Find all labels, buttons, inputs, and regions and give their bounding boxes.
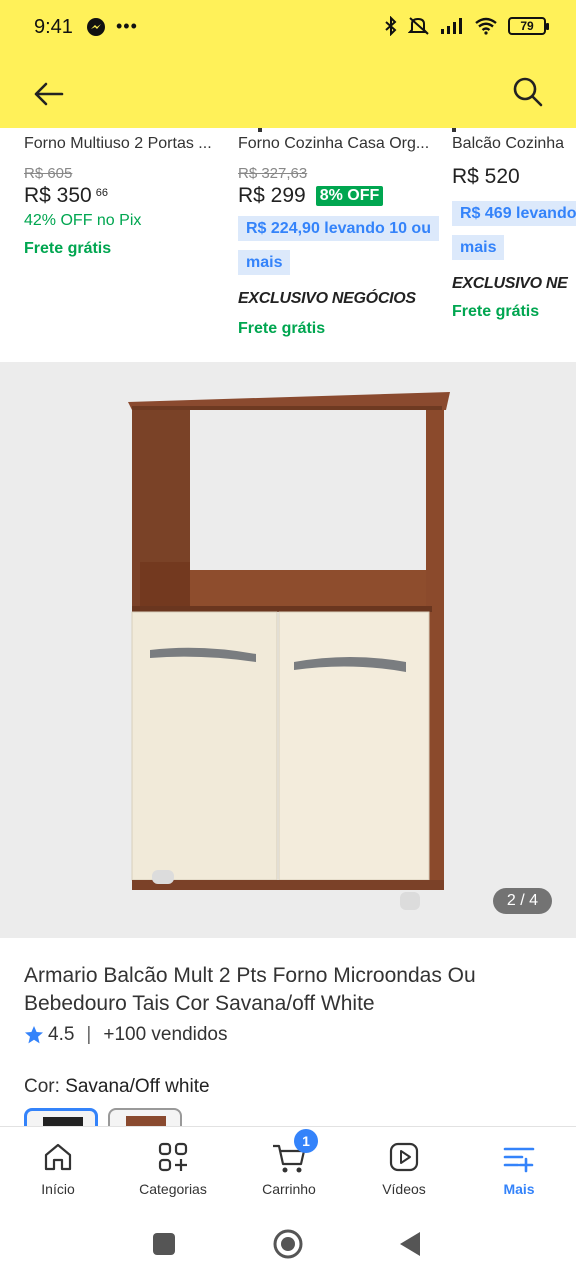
color-selector-label: Cor: Savana/Off white: [24, 1076, 210, 1098]
nav-label: Mais: [503, 1181, 535, 1197]
shipping-label: Frete grátis: [238, 320, 326, 337]
price: R$ 520: [452, 165, 576, 189]
nav-label: Vídeos: [382, 1181, 426, 1197]
bottom-navigation: Início Categorias 1 Carrinho Vídeos Mais: [0, 1126, 576, 1210]
price-cents: 66: [95, 187, 108, 199]
app-bar: [0, 58, 576, 128]
bulk-offer: R$ 224,90 levando 10 ou mais: [238, 212, 439, 280]
discount-badge: 8% OFF: [315, 186, 384, 206]
bulk-offer-label-line2: mais: [452, 235, 505, 260]
color-swatch[interactable]: [108, 1108, 182, 1128]
nav-item-videos[interactable]: Vídeos: [349, 1137, 459, 1197]
color-value: Savana/Off white: [65, 1076, 210, 1097]
price-value: R$ 350: [24, 184, 92, 207]
home-icon: [44, 1143, 72, 1171]
rating-value: 4.5: [48, 1024, 75, 1045]
notification-icons: •••: [86, 16, 138, 37]
recent-apps-button[interactable]: [152, 1232, 176, 1256]
star-icon: [25, 1026, 43, 1044]
status-bar: 9:41 ••• 79: [0, 0, 576, 58]
rating-separator: |: [86, 1024, 92, 1045]
nav-item-mais[interactable]: Mais: [464, 1137, 574, 1197]
more-icon: [503, 1147, 535, 1173]
product-image-gallery[interactable]: 2 / 4: [0, 362, 576, 938]
shipping-label: Frete grátis: [452, 303, 540, 320]
nav-label: Carrinho: [262, 1181, 316, 1197]
more-notifications-icon: •••: [116, 16, 138, 36]
product-image: [128, 392, 450, 910]
product-card[interactable]: Forno Multiuso 2 Portas ... R$ 605 R$ 35…: [24, 128, 224, 360]
old-price: R$ 605: [24, 165, 73, 182]
mute-icon: [408, 17, 429, 35]
wifi-icon: [475, 17, 497, 35]
related-products-carousel[interactable]: Forno Multiuso 2 Portas ... R$ 605 R$ 35…: [0, 128, 576, 360]
product-title: Armario Balcão Mult 2 Pts Forno Microond…: [24, 964, 476, 1015]
signal-icon: [441, 18, 462, 34]
rating-row[interactable]: 4.5 | +100 vendidos: [24, 1024, 228, 1046]
video-icon: [389, 1142, 419, 1172]
cart-count-badge: 1: [294, 1129, 318, 1153]
nav-label: Início: [41, 1181, 75, 1197]
exclusive-label: EXCLUSIVO NE: [452, 275, 568, 292]
product-card-title: Forno Multiuso 2 Portas ...: [24, 135, 212, 152]
bulk-offer-label: R$ 224,90 levando 10 ou mais: [238, 216, 439, 275]
bulk-offer-label: R$ 469 levando ...: [452, 201, 576, 226]
battery-indicator: 79: [508, 17, 549, 35]
price: R$ 350 66: [24, 184, 224, 208]
messenger-icon: [87, 17, 105, 36]
color-label: Cor:: [24, 1076, 60, 1097]
bulk-offer: R$ 469 levando ... mais: [452, 197, 576, 265]
truncated-line-fragment: [258, 128, 262, 132]
price-value: R$ 520: [452, 165, 520, 188]
old-price: R$ 327,63: [238, 165, 308, 182]
shipping-label: Frete grátis: [24, 240, 112, 257]
back-button[interactable]: [30, 78, 66, 110]
price-value: R$ 299: [238, 184, 306, 207]
product-card[interactable]: Forno Cozinha Casa Org... R$ 327,63 R$ 2…: [238, 128, 443, 360]
exclusive-label: EXCLUSIVO NEGÓCIOS: [238, 290, 416, 307]
back-system-button[interactable]: [398, 1230, 422, 1258]
price: R$ 299 8% OFF: [238, 184, 443, 208]
nav-label: Categorias: [139, 1181, 207, 1197]
nav-item-inicio[interactable]: Início: [3, 1137, 113, 1197]
bluetooth-icon: [385, 16, 397, 36]
truncated-line-fragment: [452, 128, 456, 132]
sold-count: +100 vendidos: [103, 1024, 228, 1045]
product-card-title: Balcão Cozinha: [452, 135, 565, 152]
discount-note: 42% OFF no Pix: [24, 212, 142, 229]
search-button[interactable]: [510, 74, 546, 110]
product-card[interactable]: Balcão Cozinha R$ 520 R$ 469 levando ...…: [452, 128, 576, 360]
system-navigation-bar: [0, 1210, 576, 1280]
system-status-icons: 79: [384, 16, 549, 36]
nav-item-carrinho[interactable]: 1 Carrinho: [234, 1129, 344, 1197]
image-counter: 2 / 4: [492, 888, 552, 914]
categories-icon: [158, 1142, 188, 1172]
home-system-button[interactable]: [272, 1228, 304, 1260]
status-time: 9:41: [34, 16, 73, 38]
nav-item-categorias[interactable]: Categorias: [118, 1137, 228, 1197]
product-card-title: Forno Cozinha Casa Org...: [238, 135, 430, 152]
color-swatch-selected[interactable]: [24, 1108, 98, 1128]
